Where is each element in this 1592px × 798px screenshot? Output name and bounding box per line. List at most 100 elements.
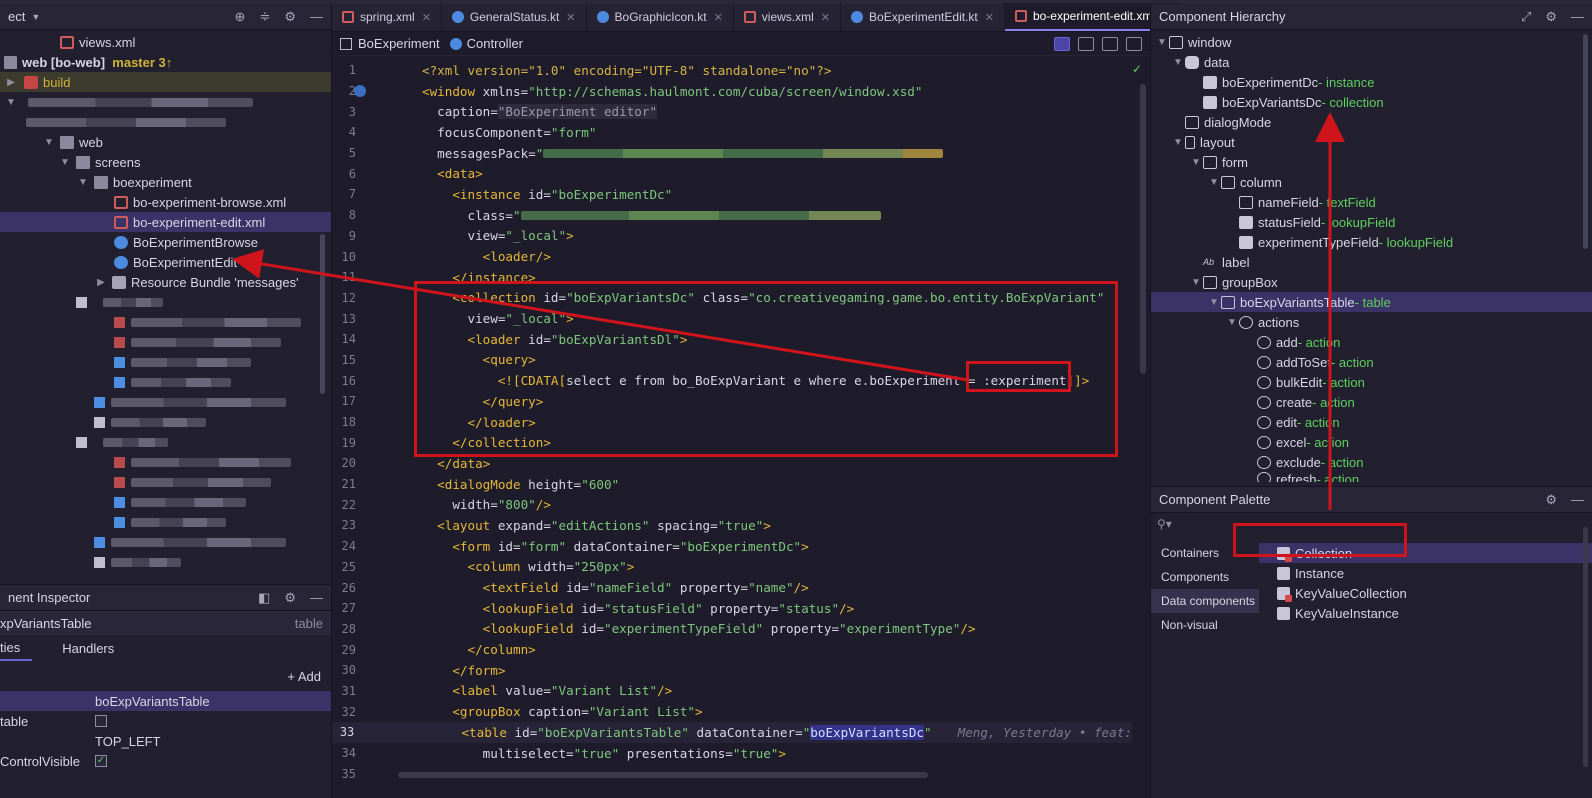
breadcrumb-screen[interactable]: BoExperiment [358, 36, 440, 51]
tree-item-browse-xml[interactable]: bo-experiment-browse.xml [0, 192, 331, 212]
hier-item-column[interactable]: ▼ column [1151, 172, 1592, 192]
gear-icon[interactable]: ⚙ [1545, 9, 1557, 25]
expand-icon[interactable]: ⤢ [1521, 9, 1531, 25]
hier-item-action[interactable]: addToSet - action [1151, 352, 1592, 372]
chevron-down-icon[interactable]: ▼ [31, 12, 40, 22]
locate-icon[interactable]: ⊕ [235, 9, 246, 25]
category-non-visual[interactable]: Non-visual [1151, 613, 1259, 637]
hier-item-action[interactable]: edit - action [1151, 412, 1592, 432]
close-icon[interactable]: ✕ [985, 11, 994, 24]
hier-item-action[interactable]: create - action [1151, 392, 1592, 412]
close-icon[interactable]: ✕ [821, 11, 830, 24]
tab-generalstatus-kt[interactable]: GeneralStatus.kt ✕ [442, 3, 587, 31]
hier-item-layout[interactable]: ▼ layout [1151, 132, 1592, 152]
chevron-right-icon[interactable]: ▶ [4, 77, 18, 88]
project-scrollbar[interactable] [320, 234, 325, 394]
prop-control-visible[interactable]: ControlVisible ✓ [0, 751, 331, 771]
category-data-components[interactable]: Data components [1151, 589, 1259, 613]
tree-item-blurred[interactable] [0, 392, 331, 412]
minimize-icon[interactable]: — [1571, 9, 1584, 25]
minimize-icon[interactable]: — [310, 590, 323, 606]
gear-icon[interactable]: ⚙ [284, 9, 296, 25]
chevron-down-icon[interactable]: ▼ [1171, 57, 1185, 68]
tree-item-resource-bundle[interactable]: ▶ Resource Bundle 'messages' [0, 272, 331, 292]
checkbox[interactable] [95, 715, 107, 727]
tree-item-blurred[interactable] [0, 112, 331, 132]
prop-align[interactable]: TOP_LEFT [0, 731, 331, 751]
tab-bographicicon-kt[interactable]: BoGraphicIcon.kt ✕ [587, 3, 734, 31]
tree-item-blurred[interactable] [0, 432, 331, 452]
breadcrumb-controller[interactable]: Controller [467, 36, 523, 51]
tree-item-blurred[interactable] [0, 332, 331, 352]
hier-item-boexperimentdc[interactable]: boExperimentDc - instance [1151, 72, 1592, 92]
hier-item-label[interactable]: Ab label [1151, 252, 1592, 272]
tree-item-blurred[interactable] [0, 472, 331, 492]
close-icon[interactable]: ✕ [422, 11, 431, 24]
hier-item-actions[interactable]: ▼ actions [1151, 312, 1592, 332]
gear-icon[interactable]: ⚙ [1545, 492, 1557, 508]
tab-handlers[interactable]: Handlers [32, 635, 126, 661]
prop-id[interactable]: boExpVariantsTable [0, 691, 331, 711]
hier-item-boexpvariantsdc[interactable]: boExpVariantsDc - collection [1151, 92, 1592, 112]
hier-item-action[interactable]: add - action [1151, 332, 1592, 352]
category-components[interactable]: Components [1151, 565, 1259, 589]
hierarchy-scrollbar[interactable] [1583, 34, 1588, 249]
tree-item-blurred[interactable] [0, 492, 331, 512]
chevron-down-icon[interactable]: ▼ [1171, 137, 1185, 148]
hier-item-boexpvariantstable[interactable]: ▼ boExpVariantsTable - table [1151, 292, 1592, 312]
chevron-down-icon[interactable]: ▼ [1225, 317, 1239, 328]
tree-item-blurred[interactable]: ▼ [0, 92, 331, 112]
chevron-down-icon[interactable]: ▼ [4, 97, 18, 108]
chevron-down-icon[interactable]: ▼ [42, 137, 56, 148]
tree-item-blurred[interactable] [0, 452, 331, 472]
tree-item-build[interactable]: ▶ build [0, 72, 331, 92]
tree-item-web-module[interactable]: web [bo-web] master 3↑ [0, 52, 331, 72]
tree-item-web[interactable]: ▼ web [0, 132, 331, 152]
hier-item-statusfield[interactable]: statusField - lookupField [1151, 212, 1592, 232]
tree-item-blurred[interactable] [0, 352, 331, 372]
project-title[interactable]: ect [8, 9, 25, 24]
chevron-down-icon[interactable]: ▼ [1155, 37, 1169, 48]
tree-item-screens[interactable]: ▼ screens [0, 152, 331, 172]
tree-item-blurred[interactable] [0, 512, 331, 532]
split-view-icon[interactable] [1078, 36, 1094, 51]
minimize-icon[interactable]: — [310, 9, 323, 25]
chevron-down-icon[interactable]: ▼ [58, 157, 72, 168]
palette-scrollbar[interactable] [1583, 527, 1588, 767]
tab-boexperimentedit-kt[interactable]: BoExperimentEdit.kt ✕ [841, 3, 1005, 31]
tree-item-edit-xml[interactable]: bo-experiment-edit.xml [0, 212, 331, 232]
chevron-down-icon[interactable]: ▼ [76, 177, 90, 188]
hier-item-groupbox[interactable]: ▼ groupBox [1151, 272, 1592, 292]
tree-item-blurred[interactable] [0, 412, 331, 432]
hier-item-action[interactable]: excel - action [1151, 432, 1592, 452]
designer-icon[interactable] [1126, 36, 1142, 51]
chevron-down-icon[interactable]: ▼ [1189, 277, 1203, 288]
chevron-right-icon[interactable]: ▶ [94, 277, 108, 288]
tab-spring-xml[interactable]: spring.xml ✕ [332, 3, 442, 31]
tree-item-views-xml[interactable]: views.xml [0, 32, 331, 52]
hier-item-action[interactable]: exclude - action [1151, 452, 1592, 472]
tab-properties[interactable]: ties [0, 635, 33, 661]
hier-item-action[interactable]: bulkEdit - action [1151, 372, 1592, 392]
tree-item-blurred[interactable] [0, 552, 331, 572]
add-button[interactable]: + Add [287, 669, 321, 684]
hier-item-dialogmode[interactable]: dialogMode [1151, 112, 1592, 132]
controller-gutter-icon[interactable] [354, 84, 366, 97]
layout-icon[interactable]: ◧ [258, 590, 270, 606]
tree-item-blurred[interactable] [0, 312, 331, 332]
tree-item-blurred[interactable] [0, 372, 331, 392]
preview-icon[interactable] [1102, 36, 1118, 51]
gear-icon[interactable]: ⚙ [284, 590, 296, 606]
checkbox-checked[interactable]: ✓ [95, 755, 107, 767]
prop-editable[interactable]: table [0, 711, 331, 731]
hier-item-window[interactable]: ▼ window [1151, 32, 1592, 52]
tree-item-blurred[interactable] [0, 292, 331, 312]
close-icon[interactable]: ✕ [566, 11, 575, 24]
collapse-icon[interactable]: ≑ [259, 9, 270, 25]
palette-item-instance[interactable]: Instance [1259, 563, 1592, 583]
editor-scrollbar[interactable] [1140, 84, 1146, 374]
chevron-down-icon[interactable]: ▼ [1207, 177, 1221, 188]
hier-item-namefield[interactable]: nameField - textField [1151, 192, 1592, 212]
palette-item-keyvaluecollection[interactable]: KeyValueCollection [1259, 583, 1592, 603]
hier-item-action[interactable]: refresh - action [1151, 472, 1592, 482]
